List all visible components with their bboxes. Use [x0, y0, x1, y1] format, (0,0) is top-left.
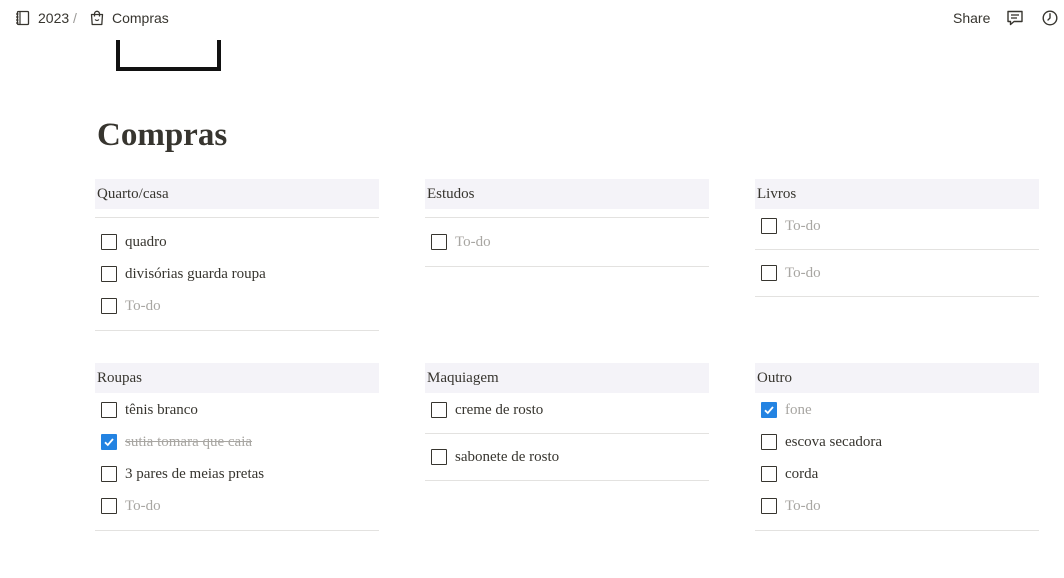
top-bar: 2023 / Compras Share [0, 0, 1064, 36]
todo-label[interactable]: quadro [125, 234, 167, 251]
checkbox-checked[interactable] [761, 402, 777, 418]
page-icon-fragment [116, 40, 221, 71]
breadcrumb-label: 2023 [38, 10, 70, 26]
todo-item: sutia tomara que caia [95, 426, 379, 458]
block-roupas: Roupas tênis branco sutia tomara que cai… [95, 363, 379, 531]
todo-item: quadro [95, 226, 379, 258]
divider [755, 530, 1039, 531]
checkbox-checked[interactable] [101, 434, 117, 450]
checkbox[interactable] [761, 265, 777, 281]
todo-label[interactable]: tênis branco [125, 402, 198, 419]
block-header: Outro [755, 363, 1039, 393]
breadcrumb-item-compras[interactable]: Compras [89, 9, 169, 27]
block-estudos: Estudos To-do [425, 179, 709, 267]
breadcrumb-label: Compras [112, 10, 169, 26]
block-maquiagem: Maquiagem creme de rosto sabonete de ros… [425, 363, 709, 481]
todo-item: To-do [755, 257, 1039, 289]
todo-label[interactable]: divisórias guarda roupa [125, 266, 266, 283]
todo-label-done[interactable]: fone [785, 402, 812, 419]
checkmark-icon [104, 438, 114, 447]
todo-item: To-do [95, 290, 379, 322]
todo-label[interactable]: corda [785, 466, 818, 483]
checkbox[interactable] [101, 298, 117, 314]
todo-item: tênis branco [95, 394, 379, 426]
block-header: Livros [755, 179, 1039, 209]
todo-item: 3 pares de meias pretas [95, 458, 379, 490]
block-header: Estudos [425, 179, 709, 209]
checkmark-icon [764, 406, 774, 415]
checkbox[interactable] [101, 498, 117, 514]
todo-placeholder[interactable]: To-do [455, 234, 491, 251]
comment-icon[interactable] [1006, 9, 1024, 27]
block-livros: Livros To-do To-do [755, 179, 1039, 297]
todo-item: sabonete de rosto [425, 441, 709, 473]
checkbox[interactable] [101, 466, 117, 482]
todo-placeholder[interactable]: To-do [785, 498, 821, 515]
block-quarto-casa: Quarto/casa quadro divisórias guarda rou… [95, 179, 379, 331]
checkbox[interactable] [761, 218, 777, 234]
todo-label[interactable]: escova secadora [785, 434, 882, 451]
notebook-icon [15, 10, 31, 26]
checkbox[interactable] [431, 449, 447, 465]
todo-item: To-do [755, 490, 1039, 522]
todo-placeholder[interactable]: To-do [125, 498, 161, 515]
shopping-bag-icon [89, 10, 105, 26]
divider [95, 530, 379, 531]
block-outro: Outro fone escova secadora corda To-do [755, 363, 1039, 531]
divider [425, 480, 709, 481]
checkbox[interactable] [761, 498, 777, 514]
todo-placeholder[interactable]: To-do [785, 265, 821, 282]
block-header: Quarto/casa [95, 179, 379, 209]
todo-item: fone [755, 394, 1039, 426]
share-button[interactable]: Share [953, 9, 990, 27]
divider [425, 266, 709, 267]
todo-label[interactable]: sabonete de rosto [455, 449, 559, 466]
checkbox[interactable] [101, 234, 117, 250]
checkbox[interactable] [761, 434, 777, 450]
todo-placeholder[interactable]: To-do [785, 218, 821, 235]
todo-label[interactable]: 3 pares de meias pretas [125, 466, 264, 483]
todo-item: divisórias guarda roupa [95, 258, 379, 290]
todo-item: creme de rosto [425, 394, 709, 426]
breadcrumb-item-2023[interactable]: 2023 [15, 9, 69, 27]
page-title: Compras [97, 117, 228, 153]
block-header: Roupas [95, 363, 379, 393]
checkbox[interactable] [431, 234, 447, 250]
divider [95, 330, 379, 331]
divider [755, 296, 1039, 297]
block-header: Maquiagem [425, 363, 709, 393]
todo-item: To-do [95, 490, 379, 522]
todo-item: To-do [755, 210, 1039, 242]
todo-placeholder[interactable]: To-do [125, 298, 161, 315]
todo-item: corda [755, 458, 1039, 490]
breadcrumb-separator: / [73, 10, 77, 26]
todo-label[interactable]: creme de rosto [455, 402, 543, 419]
checkbox[interactable] [761, 466, 777, 482]
clock-history-icon[interactable] [1041, 9, 1059, 27]
todo-label-done[interactable]: sutia tomara que caia [125, 434, 252, 451]
todo-item: To-do [425, 226, 709, 258]
checkbox[interactable] [431, 402, 447, 418]
checkbox[interactable] [101, 266, 117, 282]
todo-item: escova secadora [755, 426, 1039, 458]
checkbox[interactable] [101, 402, 117, 418]
